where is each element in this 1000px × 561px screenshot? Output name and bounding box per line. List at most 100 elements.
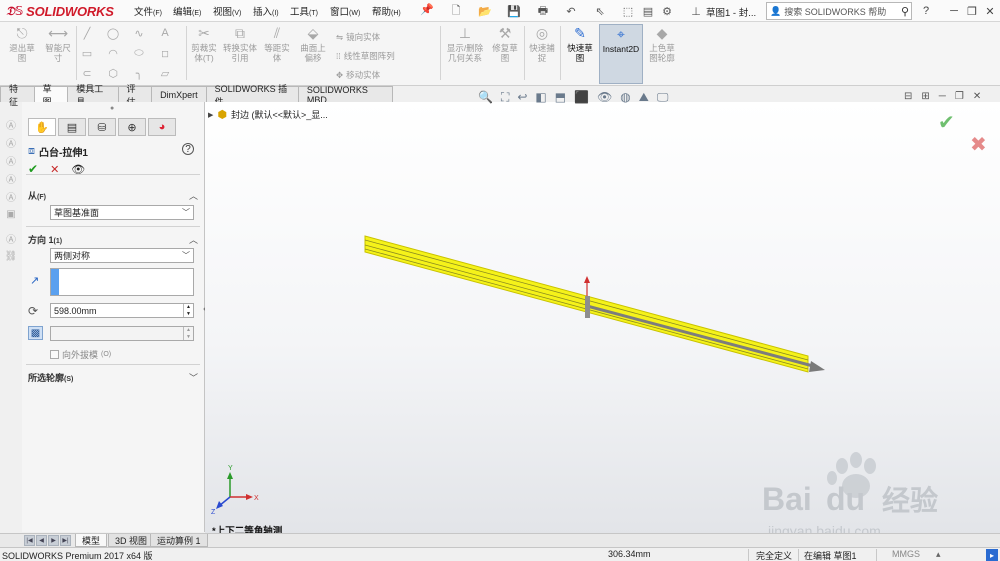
zoom-to-fit-icon[interactable]: 🔍 <box>478 90 493 104</box>
tab-features[interactable]: 特征 <box>0 84 35 107</box>
point-icon[interactable]: ◽ <box>158 46 172 60</box>
selected-contours-section-header[interactable]: 所选轮廓(S) ﹀ <box>28 370 198 384</box>
unit-system-arrow-icon[interactable]: ▴ <box>936 549 941 560</box>
tab-dimxpert[interactable]: DimXpert <box>151 86 207 102</box>
offset-entities-button[interactable]: ⫽ 等距实体 <box>259 24 295 63</box>
viewport-restore-icon[interactable]: ❐ <box>955 91 964 102</box>
display-style-icon[interactable]: ⬛ <box>574 90 589 104</box>
expand-chevron-icon[interactable]: ﹀ <box>189 371 198 384</box>
strip-icon-6[interactable]: ▣ <box>5 208 17 220</box>
from-select[interactable]: 草图基准面 ﹀ <box>50 205 194 220</box>
arc-icon[interactable]: ◠ <box>106 46 120 60</box>
depth-spinner[interactable]: ▲ ▼ <box>183 304 193 317</box>
fillet-icon[interactable]: ╮ <box>132 66 146 80</box>
rapid-sketch-button[interactable]: ✎ 快速草图 <box>564 24 596 63</box>
viewport-close-icon[interactable]: ✕ <box>973 91 981 102</box>
menu-view[interactable]: 视图(V) <box>213 4 241 18</box>
tab-model[interactable]: 模型 <box>75 534 108 547</box>
direction-arrow-head[interactable] <box>809 361 825 372</box>
previous-view-icon[interactable]: ↩ <box>517 90 527 104</box>
confirm-corner-ok-icon[interactable]: ✔ <box>938 110 955 135</box>
search-icon[interactable]: ⚲ <box>901 5 909 18</box>
property-manager-tab-icon[interactable]: ▤ <box>58 118 86 136</box>
draft-angle-input[interactable]: ▲ ▼ <box>50 326 194 341</box>
close-button[interactable]: ✕ <box>982 3 998 19</box>
display-delete-relations-button[interactable]: ⊥ 显示/删除几何关系 <box>443 24 487 63</box>
collapse-chevron-icon[interactable]: ︿ <box>189 189 198 202</box>
strip-icon-4[interactable]: Ⓐ <box>5 172 17 186</box>
feature-manager-tab-icon[interactable]: ✋ <box>28 118 56 136</box>
menu-edit[interactable]: 编辑(E) <box>173 4 201 18</box>
direction-vector-list[interactable] <box>50 268 194 296</box>
confirm-corner-cancel-icon[interactable]: ✖ <box>970 132 987 157</box>
collapse-chevron-icon[interactable]: ︿ <box>189 233 198 246</box>
configuration-manager-tab-icon[interactable]: ⛁ <box>88 118 116 136</box>
strip-icon-3[interactable]: Ⓐ <box>5 154 17 168</box>
options-gear-icon[interactable]: ⚙ <box>659 3 675 19</box>
tab-sketch[interactable]: 草图 <box>33 84 69 107</box>
strip-icon-2[interactable]: Ⓐ <box>5 136 17 150</box>
direction1-section-header[interactable]: 方向 1(1) ︿ <box>28 232 198 246</box>
pin-icon[interactable]: 📌 <box>420 3 434 16</box>
last-tab-arrow-icon[interactable]: ▶| <box>60 535 71 546</box>
section-view-icon[interactable]: ◧ <box>535 90 546 104</box>
strip-icon-7[interactable]: Ⓐ <box>5 232 17 246</box>
text-tool-icon[interactable]: A <box>158 26 172 40</box>
restore-button[interactable]: ❐ <box>964 3 980 19</box>
draft-outward-checkbox[interactable]: 向外拔模 (O) <box>50 348 111 361</box>
tab-mold-tools[interactable]: 模具工具 <box>67 84 119 107</box>
hide-show-icon[interactable]: 👁 <box>597 90 612 104</box>
select-icon[interactable]: ⇖ <box>592 3 608 19</box>
next-tab-arrow-icon[interactable]: ▶ <box>48 535 59 546</box>
circle-icon[interactable]: ◯ <box>106 26 120 40</box>
menu-insert[interactable]: 插入(I) <box>253 4 279 18</box>
viewport-minimize-icon[interactable]: ─ <box>939 91 946 102</box>
dimxpert-manager-tab-icon[interactable]: ⊕ <box>118 118 146 136</box>
viewport-expand-icon[interactable]: ⊞ <box>921 91 929 102</box>
menu-file[interactable]: 文件(F) <box>134 4 162 18</box>
quick-snaps-button[interactable]: ◎ 快速捕捉 <box>527 24 557 63</box>
tab-evaluate[interactable]: 评估 <box>117 84 153 107</box>
from-section-header[interactable]: 从(F) ︿ <box>28 188 198 202</box>
strip-icon-5[interactable]: Ⓐ <box>5 190 17 204</box>
menu-tools[interactable]: 工具(T) <box>290 4 318 18</box>
print-icon[interactable]: 🖶 <box>535 3 551 19</box>
offset-on-surface-button[interactable]: ⬙ 曲面上偏移 <box>296 24 330 63</box>
repair-sketch-button[interactable]: ⚒ 修复草图 <box>488 24 522 63</box>
unit-system[interactable]: MMGS <box>892 549 920 559</box>
edit-appearance-icon[interactable]: ◍ <box>620 90 630 104</box>
tab-3d-views[interactable]: 3D 视图 <box>108 534 155 547</box>
search-input[interactable]: 搜索 SOLIDWORKS 帮助 <box>784 5 886 18</box>
plane-icon[interactable]: ▱ <box>158 66 172 80</box>
tree-expand-arrow-icon[interactable]: ▶ <box>208 111 213 119</box>
smart-dimension-button[interactable]: ⟷ 智能尺寸 <box>42 24 74 63</box>
help-icon[interactable]: ? <box>182 143 194 155</box>
tab-addins[interactable]: SOLIDWORKS 插件 <box>205 84 299 107</box>
linear-pattern-button[interactable]: ⁞⁞ 线性草图阵列 <box>336 50 395 62</box>
save-icon[interactable]: 💾 <box>506 3 522 19</box>
trim-entities-button[interactable]: ✂ 剪裁实体(T) <box>188 24 220 63</box>
line-icon[interactable]: ╱ <box>80 26 94 40</box>
draft-toggle-icon[interactable]: ▩ <box>28 326 43 340</box>
exit-sketch-button[interactable]: ⎋ 退出草图 <box>6 24 38 63</box>
instant2d-button[interactable]: ⌖ Instant2D <box>599 24 643 84</box>
minimize-button[interactable]: ─ <box>946 3 962 19</box>
undo-icon[interactable]: ↶ <box>563 3 579 19</box>
view-settings-icon[interactable]: 🖵 <box>657 90 669 105</box>
convert-entities-button[interactable]: ⧉ 转换实体引用 <box>222 24 258 63</box>
apply-scene-icon[interactable]: ⛰ <box>639 90 649 105</box>
tab-mbd[interactable]: SOLIDWORKS MBD <box>297 85 393 105</box>
mirror-entities-button[interactable]: ⇋ 镜向实体 <box>336 31 380 43</box>
flyout-feature-tree[interactable]: ▶ ⬢ 封边 (默认<<默认>_显... <box>208 108 328 121</box>
rebuild-icon[interactable]: ⬚ <box>620 3 636 19</box>
rectangle-icon[interactable]: ▭ <box>80 46 94 60</box>
status-expand-icon[interactable]: ▸ <box>986 549 998 561</box>
tab-motion-study[interactable]: 运动算例 1 <box>150 534 208 547</box>
open-icon[interactable]: 📂 <box>477 3 493 19</box>
ellipse-icon[interactable]: ⬭ <box>132 46 146 60</box>
search-help-box[interactable]: 👤 搜索 SOLIDWORKS 帮助 ⚲ <box>766 2 912 20</box>
slot-icon[interactable]: ⊂ <box>80 66 94 80</box>
view-orientation-icon[interactable]: ⬒ <box>555 90 566 104</box>
new-document-icon[interactable]: 🗋 <box>448 3 464 19</box>
prev-tab-arrow-icon[interactable]: ◀ <box>36 535 47 546</box>
